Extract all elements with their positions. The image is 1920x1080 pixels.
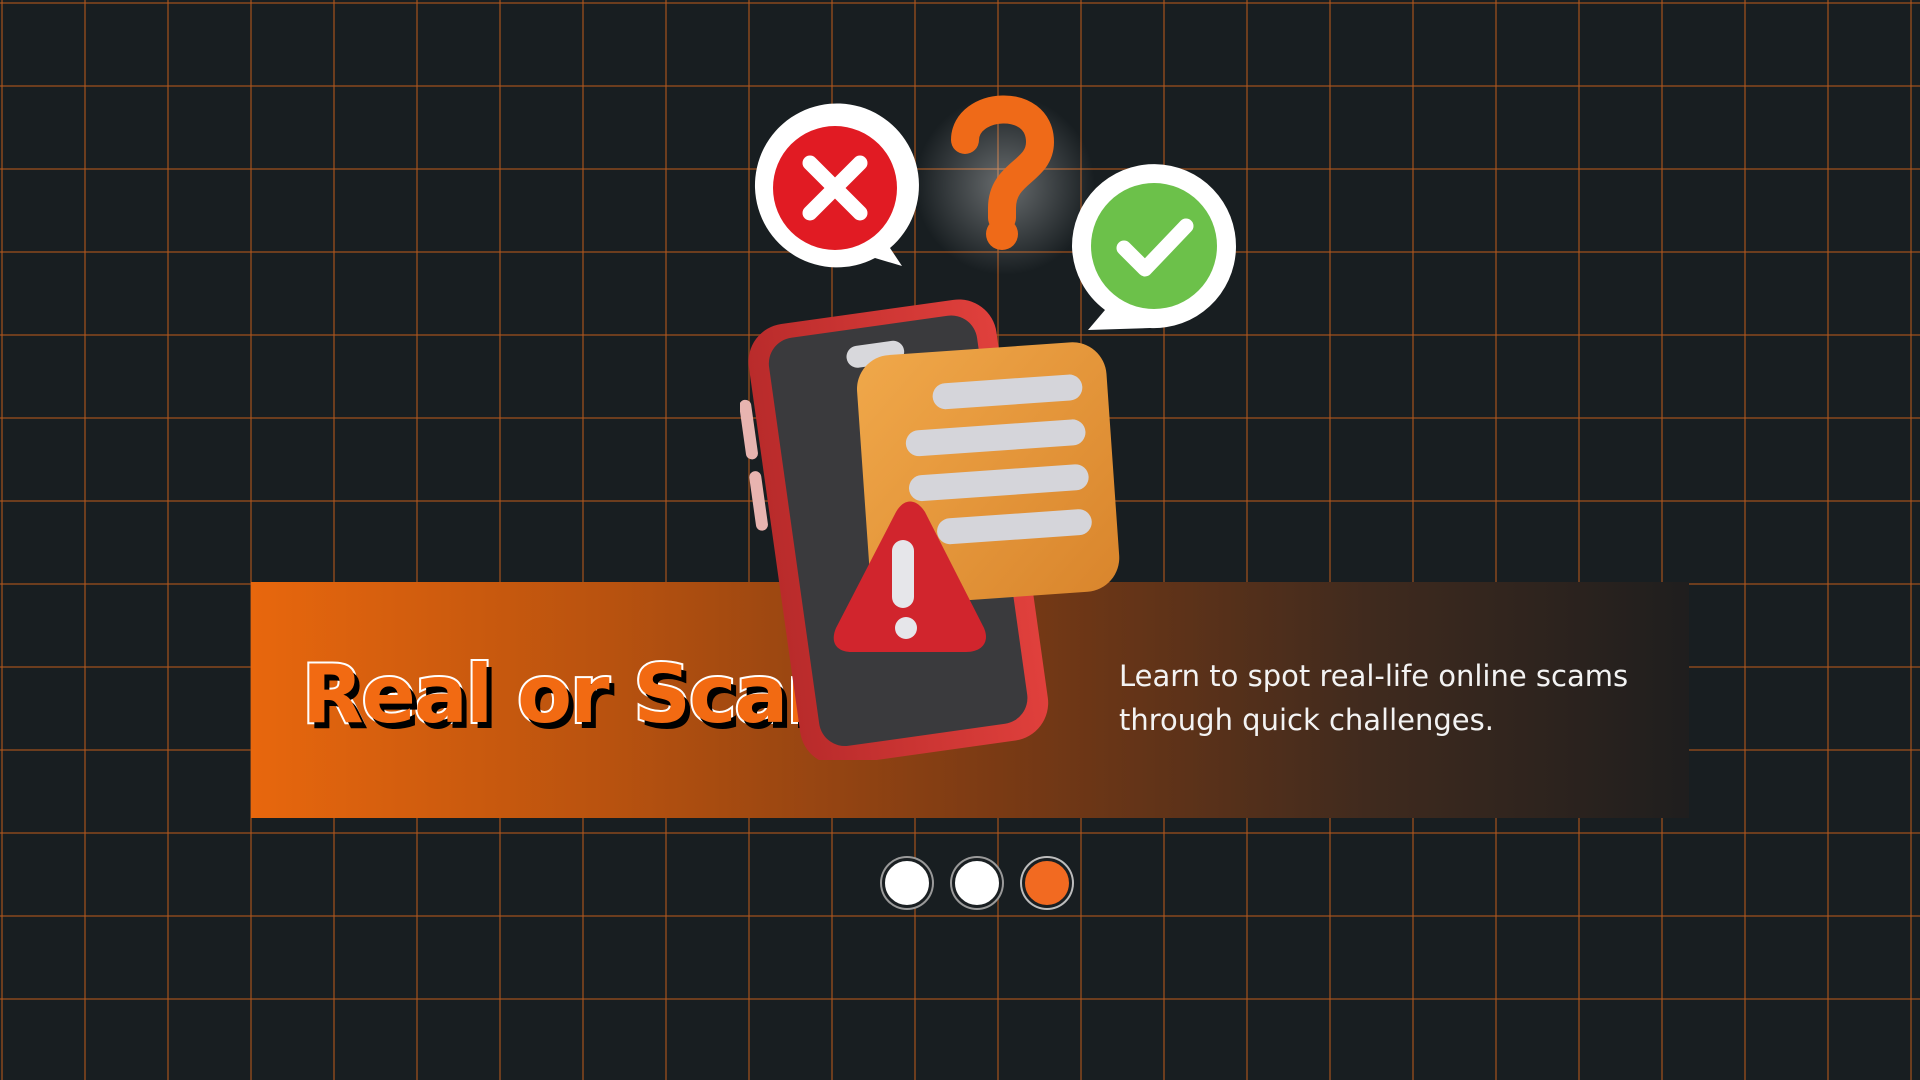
- hero-illustration: [740, 80, 1260, 760]
- carousel-pagination: [882, 858, 1072, 908]
- carousel-dot-3-active[interactable]: [1022, 858, 1072, 908]
- question-mark-icon: [915, 95, 1095, 275]
- check-icon: [1071, 164, 1236, 330]
- carousel-dot-2[interactable]: [952, 858, 1002, 908]
- carousel-dot-1[interactable]: [882, 858, 932, 908]
- close-icon: [754, 103, 919, 268]
